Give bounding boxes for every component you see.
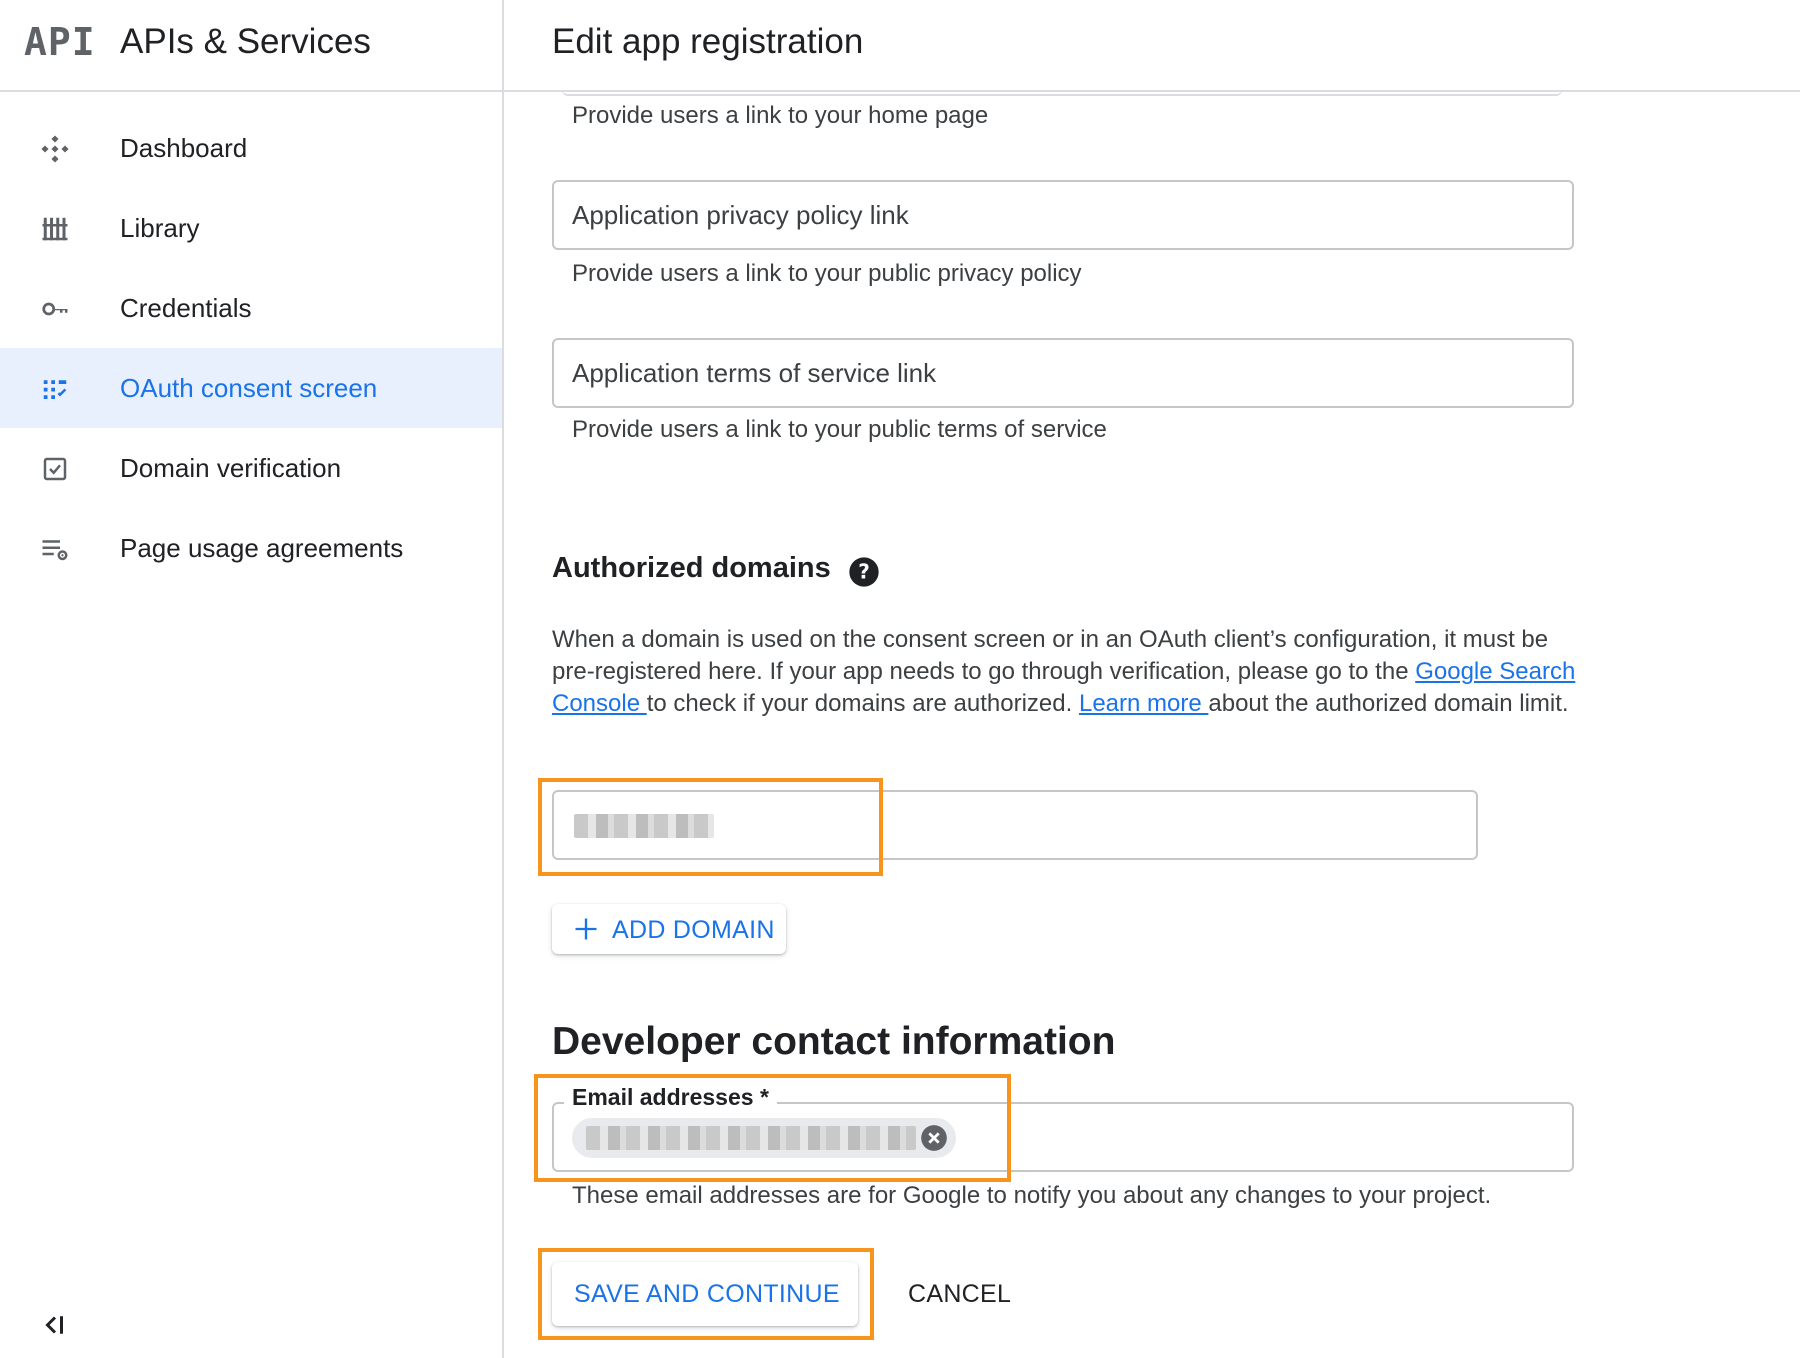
help-icon[interactable]: ? [848,556,880,588]
sidebar-item-label: Page usage agreements [120,532,404,563]
sidebar-item-domain-verification[interactable]: Domain verification [0,428,502,508]
remove-chip-icon[interactable] [920,1124,948,1152]
privacy-policy-input[interactable]: Application privacy policy link [552,180,1574,250]
product-title: APIs & Services [120,22,371,61]
main-panel: Edit app registration Provide users a li… [504,0,1800,1358]
dashboard-icon [41,135,69,163]
collapse-icon[interactable] [40,1310,70,1340]
key-icon [42,302,68,316]
settings-list-icon [42,540,68,561]
redacted-email-value [586,1126,916,1150]
terms-of-service-hint: Provide users a link to your public term… [572,416,1107,443]
email-chip[interactable] [572,1118,956,1158]
sidebar-item-label: Domain verification [120,452,342,483]
terms-of-service-placeholder: Application terms of service link [572,358,937,388]
page-title: Edit app registration [552,22,864,61]
privacy-policy-hint: Provide users a link to your public priv… [572,260,1082,287]
sidebar-nav: Dashboard Library Credentials OAuth cons… [0,108,502,588]
api-logo: API [24,20,96,64]
email-addresses-hint: These email addresses are for Google to … [572,1182,1492,1209]
add-domain-button[interactable]: ADD DOMAIN [552,904,786,954]
main-header: Edit app registration [504,0,1800,92]
cancel-label: CANCEL [908,1280,1012,1308]
home-page-hint: Provide users a link to your home page [572,102,989,129]
save-and-continue-button[interactable]: SAVE AND CONTINUE [552,1262,858,1326]
consent-icon [43,380,67,399]
home-page-field-edge[interactable] [562,90,1562,96]
developer-contact-title: Developer contact information [552,1020,1116,1063]
library-icon [42,217,68,241]
authorized-domains-title: Authorized domains [552,552,831,584]
email-addresses-label: Email addresses * [564,1084,777,1111]
sidebar-item-label: Library [120,212,200,243]
svg-text:?: ? [858,560,870,584]
add-domain-label: ADD DOMAIN [612,916,775,944]
sidebar-item-credentials[interactable]: Credentials [0,268,502,348]
plus-icon [575,918,597,940]
privacy-policy-placeholder: Application privacy policy link [572,200,909,230]
sidebar-item-oauth-consent-screen[interactable]: OAuth consent screen [0,348,502,428]
sidebar-item-library[interactable]: Library [0,188,502,268]
save-and-continue-label: SAVE AND CONTINUE [574,1280,840,1308]
sidebar-item-label: OAuth consent screen [120,372,378,403]
email-addresses-field[interactable]: Email addresses * [552,1084,1574,1172]
terms-of-service-input[interactable]: Application terms of service link [552,338,1574,408]
sidebar-item-label: Credentials [120,292,252,323]
cancel-button[interactable]: CANCEL [904,1262,1024,1326]
checkbox-icon [43,457,67,481]
sidebar-item-page-usage-agreements[interactable]: Page usage agreements [0,508,502,588]
redacted-domain-value [574,814,714,838]
sidebar-item-dashboard[interactable]: Dashboard [0,108,502,188]
sidebar-header: API APIs & Services [0,0,502,92]
sidebar-item-label: Dashboard [120,132,248,163]
authorized-domains-description: When a domain is used on the consent scr… [552,626,1576,717]
authorized-domain-input[interactable] [552,790,1478,860]
sidebar: API APIs & Services Dashboard Library Cr… [0,0,504,1358]
learn-more-link[interactable]: Learn more [1079,690,1208,717]
